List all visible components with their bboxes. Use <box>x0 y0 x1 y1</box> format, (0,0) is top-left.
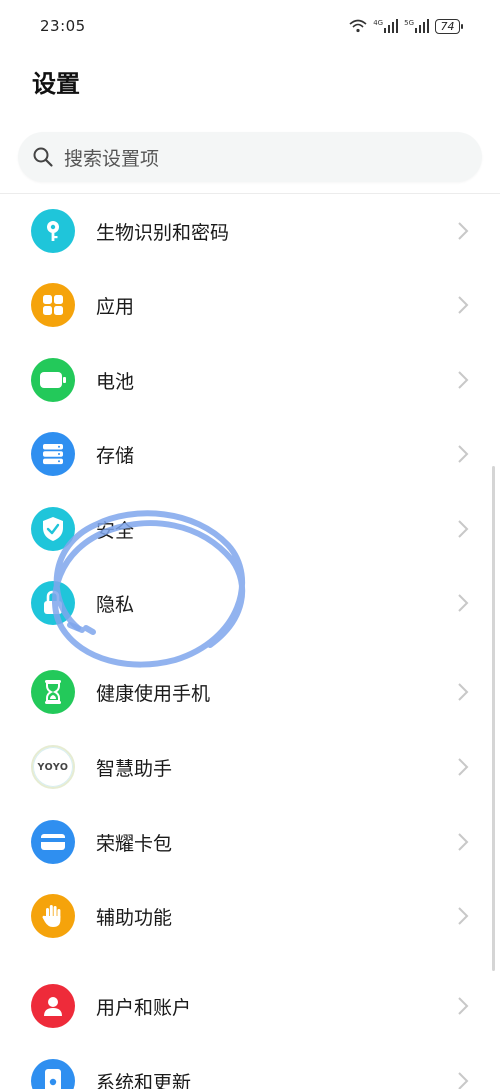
settings-item-label: 荣耀卡包 <box>96 832 173 855</box>
key-icon <box>31 209 75 253</box>
settings-item-label: 电池 <box>96 370 135 393</box>
search-placeholder: 搜索设置项 <box>64 147 160 170</box>
settings-item-label: 辅助功能 <box>96 906 173 929</box>
settings-item-accessibility[interactable]: 辅助功能 <box>0 879 500 953</box>
search-input[interactable]: 搜索设置项 <box>18 132 482 182</box>
settings-item-smart-assistant[interactable]: YOYO 智慧助手 <box>0 730 500 804</box>
search-icon <box>33 147 53 167</box>
network-label-1: 4G <box>373 19 384 27</box>
signal-4g-icon: 4G <box>373 19 399 33</box>
privacy-lock-icon <box>31 581 75 625</box>
settings-item-storage[interactable]: 存储 <box>0 417 500 491</box>
storage-icon <box>31 432 75 476</box>
wifi-icon <box>349 19 367 33</box>
shield-check-icon <box>31 507 75 551</box>
chevron-right-icon <box>458 997 469 1015</box>
hourglass-icon <box>31 670 75 714</box>
chevron-right-icon <box>458 296 469 314</box>
settings-item-label: 健康使用手机 <box>96 682 211 705</box>
chevron-right-icon <box>458 594 469 612</box>
yoyo-icon: YOYO <box>31 745 75 789</box>
chevron-right-icon <box>458 371 469 389</box>
signal-bars-icon <box>384 19 399 33</box>
settings-item-label: 应用 <box>96 295 135 318</box>
status-bar: 23:05 4G 5G 74 <box>0 0 500 52</box>
chevron-right-icon <box>458 445 469 463</box>
chevron-right-icon <box>458 222 469 240</box>
settings-item-biometrics[interactable]: 生物识别和密码 <box>0 194 500 268</box>
settings-item-users-accounts[interactable]: 用户和账户 <box>0 969 500 1043</box>
settings-screen: 23:05 4G 5G 74 设置 搜索设置项 生物识别和密码 应用 电池 存储… <box>0 0 500 1089</box>
status-indicators: 4G 5G 74 <box>349 18 463 34</box>
chevron-right-icon <box>458 1072 469 1089</box>
user-icon <box>31 984 75 1028</box>
yoyo-icon-text: YOYO <box>37 761 69 773</box>
settings-item-security[interactable]: 安全 <box>0 492 500 566</box>
scroll-indicator[interactable] <box>492 466 495 971</box>
wallet-card-icon <box>31 820 75 864</box>
status-time: 23:05 <box>40 17 86 35</box>
chevron-right-icon <box>458 907 469 925</box>
battery-indicator: 74 <box>435 18 463 34</box>
settings-item-wallet[interactable]: 荣耀卡包 <box>0 805 500 879</box>
page-title: 设置 <box>32 70 80 98</box>
settings-item-digital-balance[interactable]: 健康使用手机 <box>0 655 500 729</box>
signal-5g-icon: 5G <box>404 19 429 33</box>
settings-item-privacy[interactable]: 隐私 <box>0 566 500 640</box>
chevron-right-icon <box>458 833 469 851</box>
chevron-right-icon <box>458 520 469 538</box>
network-label-2: 5G <box>404 19 414 27</box>
system-update-icon <box>31 1059 75 1089</box>
settings-item-label: 生物识别和密码 <box>96 221 230 244</box>
settings-item-label: 安全 <box>96 519 135 542</box>
settings-item-label: 用户和账户 <box>96 996 192 1019</box>
settings-item-label: 智慧助手 <box>96 757 173 780</box>
apps-grid-icon <box>31 283 75 327</box>
settings-item-apps[interactable]: 应用 <box>0 268 500 342</box>
chevron-right-icon <box>458 758 469 776</box>
settings-item-battery[interactable]: 电池 <box>0 343 500 417</box>
settings-item-label: 存储 <box>96 444 135 467</box>
hand-icon <box>31 894 75 938</box>
chevron-right-icon <box>458 683 469 701</box>
settings-item-system-update[interactable]: 系统和更新 <box>0 1044 500 1089</box>
signal-bars-icon <box>415 19 429 33</box>
battery-icon <box>31 358 75 402</box>
settings-item-label: 系统和更新 <box>96 1071 192 1089</box>
settings-item-label: 隐私 <box>96 593 135 616</box>
